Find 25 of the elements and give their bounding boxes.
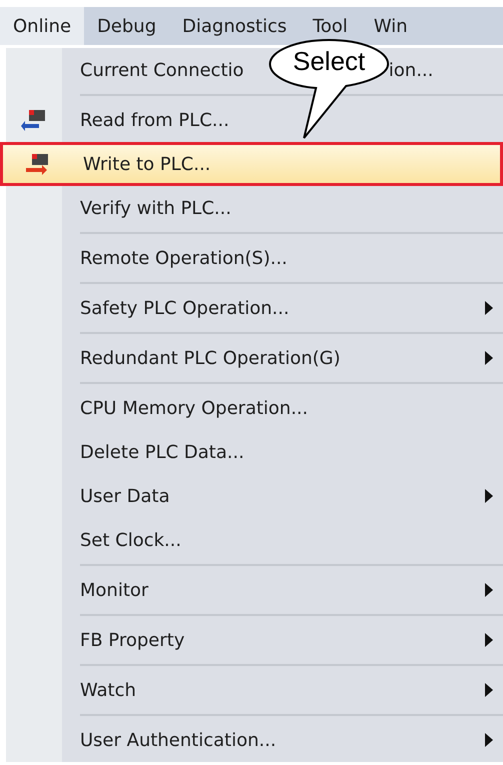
menu-item[interactable]: Redundant PLC Operation(G) [6,336,503,386]
submenu-arrow-icon [485,633,493,647]
menu-item[interactable]: Verify with PLC... [6,186,503,236]
menu-item[interactable]: Watch [6,668,503,718]
plc-write-icon [24,153,50,175]
submenu-arrow-icon [485,301,493,315]
submenu-arrow-icon [485,351,493,365]
menu-item[interactable]: Remote Operation(S)... [6,236,503,286]
submenu-arrow-icon [485,683,493,697]
menu-item[interactable]: User Authentication... [6,718,503,762]
menu-item[interactable]: Write to PLC... [0,142,503,186]
menu-item[interactable]: Set Clock... [6,518,503,568]
menu-item[interactable]: Delete PLC Data... [6,430,503,474]
submenu-arrow-icon [485,733,493,747]
menu-item[interactable]: FB Property [6,618,503,668]
menu-item[interactable]: Current Connectio [80,60,244,80]
menu-item[interactable]: Safety PLC Operation... [6,286,503,336]
plc-read-icon [21,109,47,131]
menu-item[interactable]: CPU Memory Operation... [6,386,503,430]
menu-item[interactable]: User Data [6,474,503,518]
menu-tab[interactable]: Debug [84,7,170,45]
submenu-arrow-icon [485,583,493,597]
menu-tab[interactable]: Online [0,7,84,45]
submenu-arrow-icon [485,489,493,503]
menu-item[interactable]: Monitor [6,568,503,618]
